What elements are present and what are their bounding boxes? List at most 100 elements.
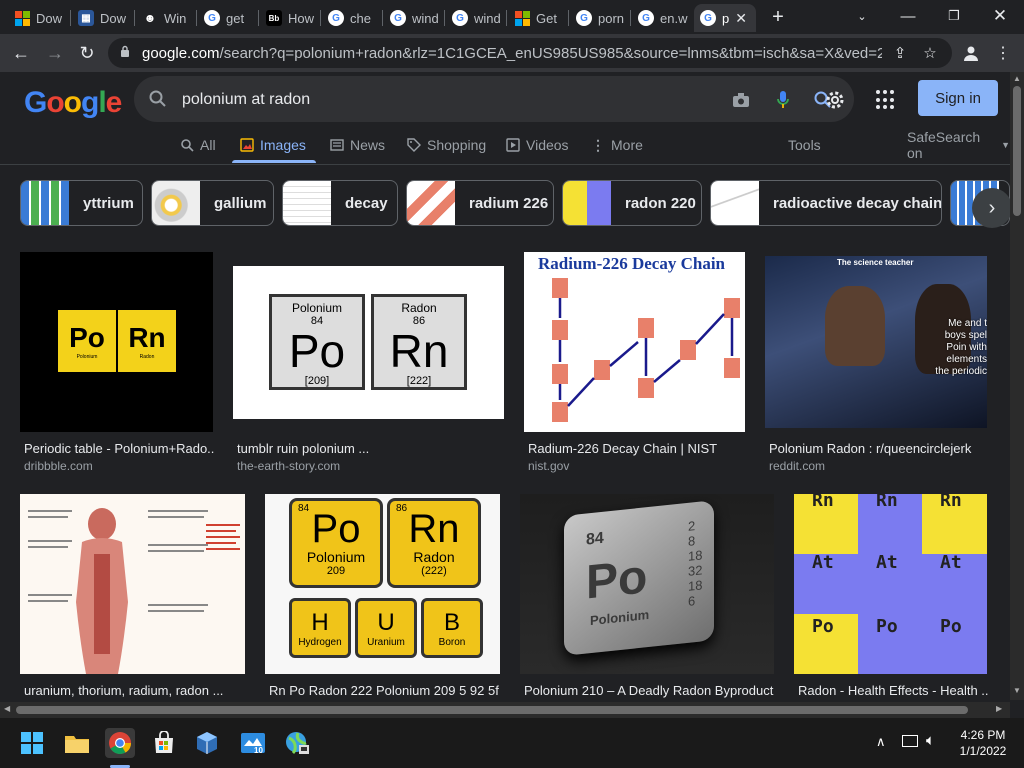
result-title[interactable]: Periodic table - Polonium+Rado... xyxy=(24,441,214,456)
scrollbar-thumb[interactable] xyxy=(1013,86,1021,216)
chip-radioactive-decay-chain[interactable]: radioactive decay chain xyxy=(710,180,942,226)
result-title[interactable]: Polonium 210 – A Deadly Radon Byproduct xyxy=(524,683,774,698)
google-apps-icon[interactable] xyxy=(876,90,896,110)
new-tab-button[interactable]: + xyxy=(766,5,790,29)
browser-tab[interactable]: G wind xyxy=(384,4,444,32)
tab-all[interactable]: All xyxy=(180,133,216,157)
vertical-scrollbar[interactable]: ▲ ▼ xyxy=(1010,72,1024,700)
bookmark-star-icon[interactable]: ☆ xyxy=(920,43,940,63)
bb-icon: Bb xyxy=(266,10,282,26)
win10-app-icon[interactable]: 10 xyxy=(238,728,268,758)
element-symbol: Rn xyxy=(408,507,460,551)
horizontal-scrollbar[interactable]: ◀ ▶ xyxy=(0,702,1010,718)
result-title[interactable]: uranium, thorium, radium, radon ... xyxy=(24,683,224,698)
minimize-button[interactable]: — xyxy=(888,4,928,28)
chip-thumbnail xyxy=(283,181,331,225)
result-image[interactable] xyxy=(20,494,245,674)
result-image[interactable]: Radium-226 Decay Chain xyxy=(524,252,745,432)
volume-icon[interactable]: 🔈︎ xyxy=(926,732,935,749)
tab-label: Get xyxy=(536,10,557,26)
tab-news[interactable]: News xyxy=(330,133,385,157)
search-input[interactable] xyxy=(180,90,664,110)
windows-taskbar: 10 ∧ 🔈︎ 4:26 PM 1/1/2022 xyxy=(0,718,1024,768)
google-logo[interactable]: Google xyxy=(24,86,122,120)
microphone-icon[interactable] xyxy=(772,89,794,111)
tab-strip: Dow ▦ Dow ☻ Win G get Bb How G che G win… xyxy=(0,0,1024,34)
browser-tab[interactable]: G en.w xyxy=(632,4,692,32)
start-button[interactable] xyxy=(17,728,47,758)
result-title[interactable]: Rn Po Radon 222 Polonium 209 5 92 5f ... xyxy=(269,683,499,698)
close-tab-icon[interactable]: ✕ xyxy=(735,10,747,27)
element-tile-hydrogen: H Hydrogen xyxy=(289,598,351,658)
tray-chevron-up-icon[interactable]: ∧ xyxy=(876,734,886,750)
result-image[interactable]: Po Polonium Rn Radon xyxy=(20,252,213,432)
browser-tab[interactable]: G che xyxy=(322,4,382,32)
result-title[interactable]: tumblr ruin polonium ... xyxy=(237,441,497,456)
result-image[interactable]: 84 Po Polonium 209 86 Rn Radon (222) H H… xyxy=(265,494,500,674)
scrollbar-thumb[interactable] xyxy=(16,706,968,714)
address-bar[interactable]: google.com/search?q=polonium+radon&rlz=1… xyxy=(108,38,952,68)
chip-decay[interactable]: decay xyxy=(282,180,398,226)
chip-yttrium[interactable]: yttrium xyxy=(20,180,143,226)
element-number: 84 xyxy=(586,529,604,549)
tab-label: Shopping xyxy=(427,137,487,153)
result-title[interactable]: Polonium Radon : r/queencirclejerk xyxy=(769,441,987,456)
tab-images[interactable]: Images xyxy=(240,133,306,157)
close-window-button[interactable]: ✕ xyxy=(980,4,1020,28)
scroll-down-icon[interactable]: ▼ xyxy=(1013,686,1021,695)
result-image[interactable]: Polonium 84 Po [209] Radon 86 Rn [222] xyxy=(233,266,504,419)
result-title[interactable]: Radon - Health Effects - Health ... xyxy=(798,683,988,698)
scroll-up-icon[interactable]: ▲ xyxy=(1013,74,1021,83)
microsoft-store-icon[interactable] xyxy=(149,728,179,758)
virtualbox-icon[interactable] xyxy=(192,728,222,758)
tools-button[interactable]: Tools xyxy=(788,133,821,157)
menu-kebab-icon[interactable]: ⋮ xyxy=(990,40,1016,66)
back-button[interactable]: ← xyxy=(8,40,34,66)
settings-gear-icon[interactable] xyxy=(824,89,846,111)
camera-icon[interactable] xyxy=(730,89,752,111)
chevron-right-icon[interactable]: › xyxy=(972,188,1010,228)
microsoft-icon xyxy=(514,10,530,26)
browser-tab[interactable]: Bb How xyxy=(260,4,320,32)
tab-more[interactable]: ⋮ More xyxy=(591,133,643,157)
tab-search-icon[interactable]: ⌄ xyxy=(842,4,882,28)
forward-button[interactable]: → xyxy=(42,40,68,66)
tab-shopping[interactable]: Shopping xyxy=(407,133,486,157)
meme-caption: The science teacher xyxy=(837,258,914,267)
browser-tab[interactable]: ☻ Win xyxy=(136,4,196,32)
tab-label: en.w xyxy=(660,10,688,26)
scroll-right-icon[interactable]: ▶ xyxy=(996,704,1002,713)
result-title[interactable]: Radium-226 Decay Chain | NIST xyxy=(528,441,743,456)
chip-gallium[interactable]: gallium xyxy=(151,180,274,226)
browser-tab[interactable]: ▦ Dow xyxy=(72,4,132,32)
browser-tab[interactable]: G porn xyxy=(570,4,630,32)
share-icon[interactable]: ⇪ xyxy=(890,43,910,63)
chip-radium-226[interactable]: radium 226 xyxy=(406,180,554,226)
browser-tab[interactable]: Dow xyxy=(8,4,68,32)
sign-in-button[interactable]: Sign in xyxy=(918,80,998,116)
scroll-left-icon[interactable]: ◀ xyxy=(4,704,10,713)
tab-videos[interactable]: Videos xyxy=(506,133,569,157)
chip-radon-220[interactable]: radon 220 xyxy=(562,180,702,226)
browser-tab[interactable]: G wind xyxy=(446,4,506,32)
result-source: reddit.com xyxy=(769,459,826,473)
result-image[interactable]: Rn Rn Rn At At At Po Po Po xyxy=(794,494,987,674)
search-icon xyxy=(149,90,166,107)
result-image[interactable]: The science teacher Me and t boys spel P… xyxy=(765,256,987,428)
svg-text:10: 10 xyxy=(254,746,263,755)
element-cube: 84 Po Polonium 2 8 18 32 18 6 xyxy=(564,500,714,656)
safesearch-toggle[interactable]: SafeSearch on ▼ xyxy=(907,129,1010,161)
browser-tab[interactable]: Get xyxy=(508,4,568,32)
chrome-icon[interactable] xyxy=(105,728,135,758)
browser-tab-active[interactable]: G p ✕ xyxy=(694,4,756,32)
profile-icon[interactable] xyxy=(958,40,984,66)
network-globe-icon[interactable] xyxy=(282,728,312,758)
restore-button[interactable]: ❐ xyxy=(934,4,974,28)
network-icon[interactable] xyxy=(902,735,918,747)
result-source: nist.gov xyxy=(528,459,570,473)
file-explorer-icon[interactable] xyxy=(62,728,92,758)
result-image[interactable]: 84 Po Polonium 2 8 18 32 18 6 xyxy=(520,494,774,674)
reload-button[interactable]: ↻ xyxy=(74,40,100,66)
browser-tab[interactable]: G get xyxy=(198,4,258,32)
system-clock[interactable]: 4:26 PM 1/1/2022 xyxy=(950,727,1016,759)
